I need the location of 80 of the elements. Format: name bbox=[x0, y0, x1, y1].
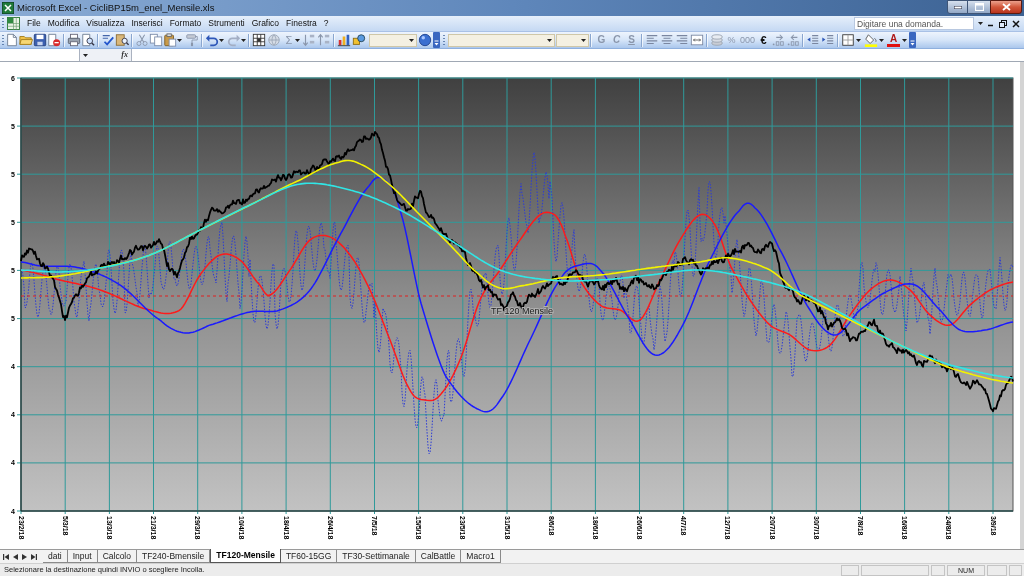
help-search-field[interactable]: Digitare una domanda. bbox=[854, 17, 974, 30]
table-icon[interactable] bbox=[252, 33, 266, 47]
toolbar-options-icon[interactable] bbox=[433, 32, 440, 48]
font-size-field[interactable] bbox=[556, 33, 589, 47]
outdent-icon[interactable] bbox=[806, 33, 821, 47]
name-box-field[interactable] bbox=[0, 49, 80, 61]
caret-icon[interactable] bbox=[879, 38, 885, 42]
minimize-icon bbox=[953, 5, 962, 9]
close-icon bbox=[1001, 3, 1011, 11]
caret-icon[interactable] bbox=[856, 38, 862, 42]
restore-icon[interactable] bbox=[999, 19, 1007, 28]
bar-chart-icon[interactable] bbox=[337, 33, 351, 47]
menu-item[interactable]: Inserisci bbox=[128, 17, 166, 30]
decrease-decimal-icon[interactable] bbox=[786, 33, 801, 47]
menu-item[interactable]: Formato bbox=[166, 17, 205, 30]
close-button[interactable] bbox=[990, 0, 1022, 14]
menu-item[interactable]: Finestra bbox=[283, 17, 320, 30]
menu-item[interactable]: Grafico bbox=[248, 17, 283, 30]
sort-descending-icon[interactable] bbox=[317, 33, 331, 47]
sheet-tab[interactable]: TF120-Mensile bbox=[210, 549, 281, 563]
help-icon[interactable] bbox=[418, 33, 432, 47]
toolbar-options-icon[interactable] bbox=[909, 32, 917, 48]
formula-field[interactable] bbox=[131, 49, 1024, 61]
clipboard-icon[interactable] bbox=[163, 33, 177, 47]
sheet-tab[interactable]: TF30-Settimanale bbox=[337, 550, 416, 563]
undo-icon[interactable] bbox=[205, 33, 219, 47]
indent-icon[interactable] bbox=[821, 33, 836, 47]
caret-icon[interactable] bbox=[83, 53, 88, 57]
sheet-tab[interactable]: TF240-Bmensile bbox=[137, 550, 211, 563]
book-magnifier-icon[interactable] bbox=[115, 33, 129, 47]
restore-button[interactable] bbox=[968, 0, 990, 14]
caret-right-icon[interactable] bbox=[22, 553, 27, 560]
minimize-button[interactable] bbox=[947, 0, 968, 14]
align-center-icon[interactable] bbox=[660, 33, 674, 47]
menu-item[interactable]: File bbox=[24, 17, 44, 30]
spreadsheet-icon bbox=[7, 17, 20, 30]
new-document-icon[interactable] bbox=[5, 33, 19, 47]
menu-item[interactable]: Visualizza bbox=[83, 17, 128, 30]
menu-item[interactable]: Modifica bbox=[44, 17, 83, 30]
check-mark-icon[interactable] bbox=[101, 33, 115, 47]
function-label[interactable]: fx bbox=[121, 51, 128, 59]
caret-icon[interactable] bbox=[902, 38, 908, 42]
caret-icon[interactable] bbox=[219, 38, 224, 42]
sheet-tab[interactable]: Calcolo bbox=[97, 550, 137, 563]
caret-icon[interactable] bbox=[547, 38, 552, 42]
caret-icon[interactable] bbox=[241, 38, 246, 42]
sheet-tab[interactable]: Input bbox=[67, 550, 98, 563]
sheet-tab[interactable]: TF60-15GG bbox=[280, 550, 338, 563]
page-magnifier-icon[interactable] bbox=[81, 33, 95, 47]
printer-icon[interactable] bbox=[67, 33, 81, 47]
menu-item[interactable]: Strumenti bbox=[205, 17, 248, 30]
save-icon[interactable] bbox=[33, 33, 47, 47]
borders-icon[interactable] bbox=[841, 33, 856, 47]
shapes-icon[interactable] bbox=[352, 33, 366, 47]
skip-end-icon[interactable] bbox=[31, 553, 37, 560]
caret-icon[interactable] bbox=[177, 38, 182, 42]
caret-icon[interactable] bbox=[581, 38, 586, 42]
menu-item[interactable]: ? bbox=[320, 17, 332, 30]
sheet-tab[interactable]: dati bbox=[43, 550, 68, 563]
zoom-field[interactable] bbox=[369, 33, 417, 47]
sheet-tab[interactable]: CalBattle bbox=[415, 550, 462, 563]
euro-tool[interactable]: € bbox=[756, 33, 772, 47]
caret-icon[interactable] bbox=[978, 22, 983, 25]
restore-icon bbox=[974, 3, 984, 11]
increase-decimal-icon[interactable] bbox=[771, 33, 786, 47]
caret-icon[interactable] bbox=[295, 38, 300, 42]
merge-center-icon[interactable] bbox=[690, 33, 704, 47]
align-right-icon[interactable] bbox=[675, 33, 689, 47]
font-field[interactable] bbox=[448, 33, 555, 47]
copy-icon[interactable] bbox=[149, 33, 163, 47]
fill-color-icon[interactable] bbox=[864, 33, 879, 47]
caret-icon[interactable] bbox=[409, 38, 414, 42]
close-icon[interactable] bbox=[1012, 19, 1020, 28]
skip-start-icon[interactable] bbox=[3, 553, 9, 560]
window-title: Microsoft Excel - CicliBP15m_enel_Mensile.xls bbox=[17, 0, 215, 15]
caret-left-icon[interactable] bbox=[13, 553, 18, 560]
sheet-tab[interactable]: Macro1 bbox=[461, 550, 501, 563]
document-stop-icon[interactable] bbox=[47, 33, 61, 47]
spreadsheet-icon bbox=[2, 2, 14, 14]
align-left-icon[interactable] bbox=[645, 33, 659, 47]
